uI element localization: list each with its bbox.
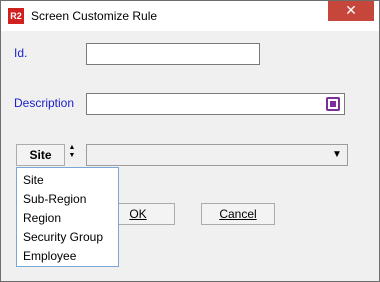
description-input[interactable]: [86, 93, 345, 115]
dialog-window: R2 Screen Customize Rule ✕ Id. Descripti…: [0, 0, 380, 282]
site-combo[interactable]: ▼: [86, 144, 348, 166]
cancel-button[interactable]: Cancel: [201, 203, 275, 225]
selector-dropdown: Site Sub-Region Region Security Group Em…: [16, 167, 119, 267]
id-input[interactable]: [86, 43, 260, 65]
updown-arrows-icon[interactable]: ▲ ▼: [66, 144, 78, 166]
app-icon: R2: [8, 8, 24, 24]
id-label: Id.: [14, 46, 28, 60]
cancel-button-label: Cancel: [219, 207, 257, 221]
close-button[interactable]: ✕: [328, 1, 374, 21]
site-selector-button[interactable]: Site: [16, 144, 65, 166]
window-title: Screen Customize Rule: [31, 9, 158, 23]
chevron-down-icon[interactable]: ▼: [327, 145, 347, 165]
dropdown-option-sub-region[interactable]: Sub-Region: [23, 192, 86, 206]
title-bar: R2 Screen Customize Rule ✕: [1, 1, 379, 31]
dropdown-option-employee[interactable]: Employee: [23, 249, 76, 263]
dropdown-option-site[interactable]: Site: [23, 173, 44, 187]
lookup-icon[interactable]: [326, 97, 340, 111]
dropdown-option-security-group[interactable]: Security Group: [23, 230, 103, 244]
description-label: Description: [14, 96, 75, 110]
dropdown-option-region[interactable]: Region: [23, 211, 61, 225]
ok-button-label: OK: [129, 207, 147, 221]
